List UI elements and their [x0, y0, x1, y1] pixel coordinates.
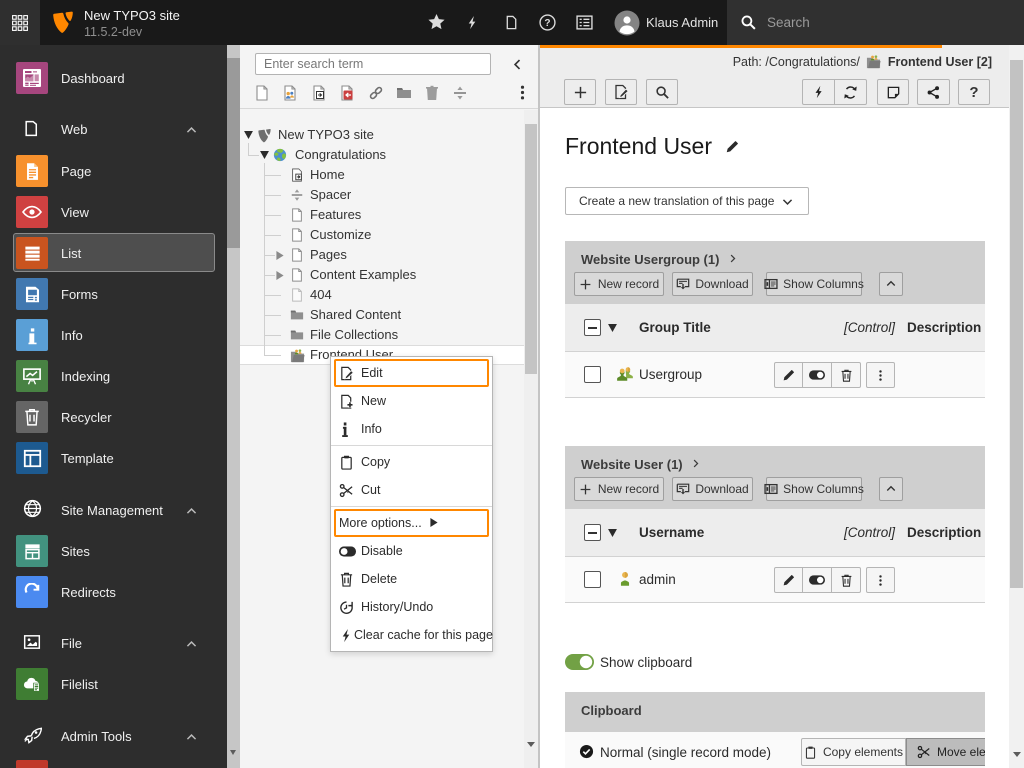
svg-text:?: ?	[544, 18, 550, 29]
